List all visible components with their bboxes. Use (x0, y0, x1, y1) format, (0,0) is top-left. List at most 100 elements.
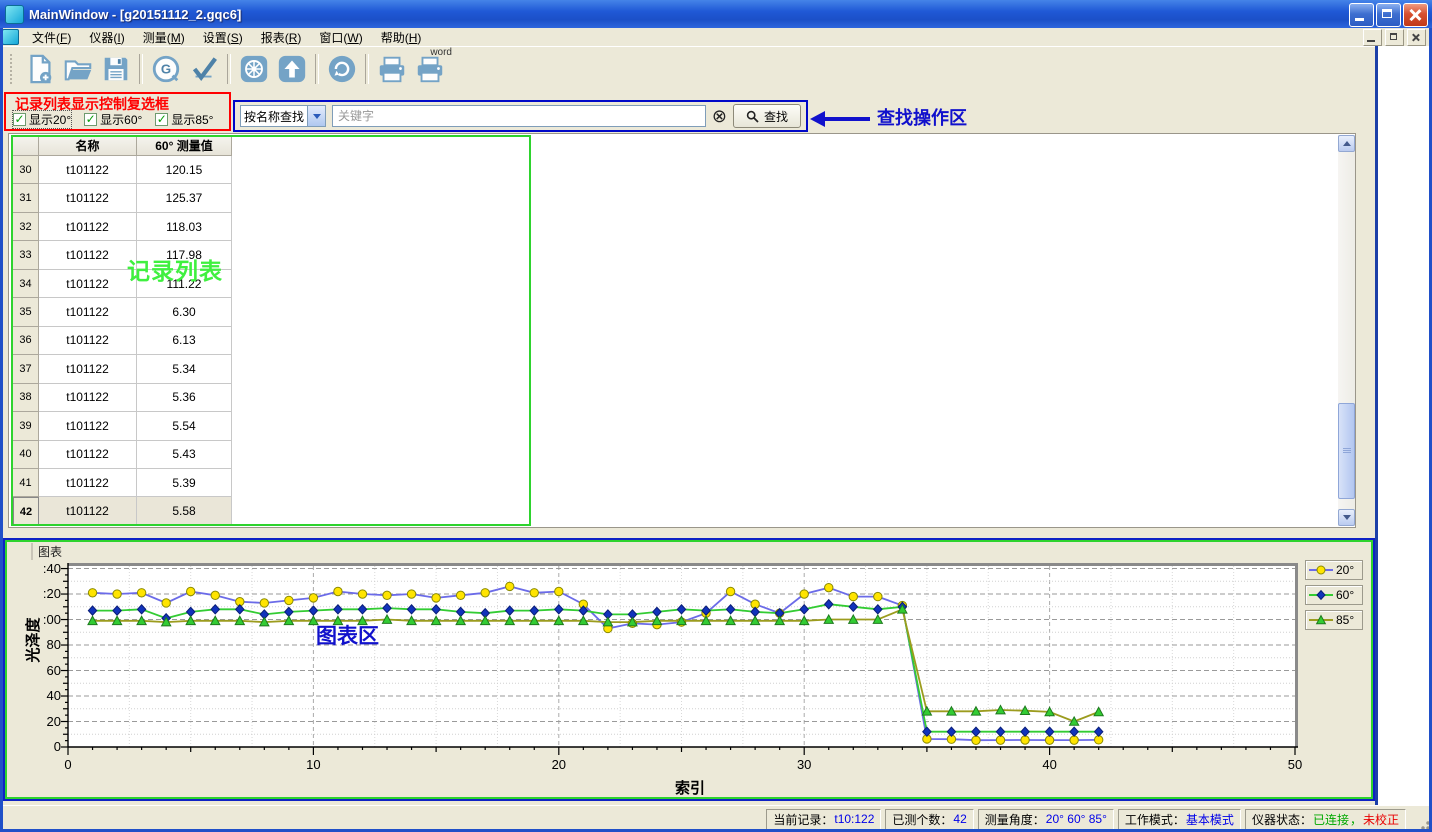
value-cell[interactable]: 120.15 (137, 156, 232, 184)
chevron-down-icon[interactable] (307, 106, 325, 126)
value-cell[interactable]: 5.34 (137, 355, 232, 383)
scroll-down-icon[interactable] (1338, 509, 1355, 526)
x-axis-tick-label: 0 (53, 757, 83, 772)
row-number-cell[interactable]: 42 (13, 497, 39, 525)
check-confirm-button[interactable] (185, 50, 223, 88)
value-cell[interactable]: 125.37 (137, 184, 232, 212)
menu-item-4[interactable]: 报表(R) (252, 28, 311, 47)
table-row[interactable]: 39t1011225.54 (13, 412, 232, 440)
row-number-cell[interactable]: 31 (13, 184, 39, 212)
upload-button[interactable] (273, 50, 311, 88)
checkbox-check-icon[interactable]: ✓ (155, 113, 168, 126)
mdi-restore-button[interactable] (1385, 29, 1404, 46)
find-button[interactable]: 查找 (733, 104, 801, 128)
legend-item-85°[interactable]: 85° (1305, 610, 1363, 630)
row-number-cell[interactable]: 41 (13, 469, 39, 497)
new-file-button[interactable] (21, 50, 59, 88)
search-mode-dropdown[interactable]: 按名称查找 (240, 105, 326, 127)
open-folder-button[interactable] (59, 50, 97, 88)
row-number-cell[interactable]: 38 (13, 384, 39, 412)
display-checkbox-1[interactable]: ✓显示60° (84, 111, 142, 128)
g-report-button[interactable]: G (147, 50, 185, 88)
menu-item-2[interactable]: 测量(M) (134, 28, 194, 47)
table-row[interactable]: 37t1011225.34 (13, 355, 232, 383)
row-number-cell[interactable]: 40 (13, 441, 39, 469)
save-button[interactable] (97, 50, 135, 88)
print-word-button[interactable]: word (411, 50, 449, 88)
name-cell[interactable]: t101122 (39, 412, 137, 440)
wheel-button[interactable] (235, 50, 273, 88)
row-number-cell[interactable]: 36 (13, 327, 39, 355)
toolbar-separator (227, 54, 231, 84)
name-cell[interactable]: t101122 (39, 241, 137, 269)
name-column-header[interactable]: 名称 (39, 135, 137, 156)
status-value: 20° 60° 85° (1046, 812, 1107, 826)
y-axis-title: 光泽度 (22, 602, 40, 678)
name-cell[interactable]: t101122 (39, 184, 137, 212)
name-cell[interactable]: t101122 (39, 270, 137, 298)
table-row[interactable]: 38t1011225.36 (13, 384, 232, 412)
value-cell[interactable]: 5.43 (137, 441, 232, 469)
table-row[interactable]: 42t1011225.58 (13, 497, 232, 525)
value-cell[interactable]: 6.30 (137, 298, 232, 326)
value-cell[interactable]: 6.13 (137, 327, 232, 355)
name-cell[interactable]: t101122 (39, 469, 137, 497)
value-cell[interactable]: 5.58 (137, 497, 232, 525)
mdi-close-button[interactable] (1407, 29, 1426, 46)
name-cell[interactable]: t101122 (39, 213, 137, 241)
table-row[interactable]: 41t1011225.39 (13, 469, 232, 497)
checkbox-check-icon[interactable]: ✓ (84, 113, 97, 126)
name-cell[interactable]: t101122 (39, 156, 137, 184)
display-checkbox-0[interactable]: ✓显示20° (13, 111, 71, 128)
restore-button[interactable] (1376, 3, 1401, 27)
legend-item-20°[interactable]: 20° (1305, 560, 1363, 580)
chart-content: 图表 图表区 020406080:00:20:4001020304050光泽度索… (7, 542, 1371, 797)
menu-item-5[interactable]: 窗口(W) (310, 28, 371, 47)
row-number-cell[interactable]: 37 (13, 355, 39, 383)
name-cell[interactable]: t101122 (39, 384, 137, 412)
name-cell[interactable]: t101122 (39, 441, 137, 469)
table-row[interactable]: 35t1011226.30 (13, 298, 232, 326)
refresh-button[interactable] (323, 50, 361, 88)
name-cell[interactable]: t101122 (39, 327, 137, 355)
checkbox-check-icon[interactable]: ✓ (13, 113, 26, 126)
status-panel-0: 当前记录：t10:122 (766, 809, 881, 830)
clear-search-icon[interactable]: ⊗ (712, 107, 727, 125)
close-button[interactable] (1403, 3, 1428, 27)
menu-item-1[interactable]: 仪器(I) (80, 28, 133, 47)
scroll-up-icon[interactable] (1338, 135, 1355, 152)
scrollbar-thumb[interactable] (1338, 403, 1355, 499)
row-number-cell[interactable]: 33 (13, 241, 39, 269)
table-row[interactable]: 30t101122120.15 (13, 156, 232, 184)
table-scrollbar[interactable] (1338, 135, 1355, 526)
value-cell[interactable]: 118.03 (137, 213, 232, 241)
menu-item-6[interactable]: 帮助(H) (372, 28, 431, 47)
name-cell[interactable]: t101122 (39, 298, 137, 326)
legend-item-60°[interactable]: 60° (1305, 585, 1363, 605)
table-row[interactable]: 31t101122125.37 (13, 184, 232, 212)
row-number-cell[interactable]: 39 (13, 412, 39, 440)
row-number-cell[interactable]: 34 (13, 270, 39, 298)
name-cell[interactable]: t101122 (39, 497, 137, 525)
name-cell[interactable]: t101122 (39, 355, 137, 383)
table-row[interactable]: 36t1011226.13 (13, 327, 232, 355)
minimize-button[interactable] (1349, 3, 1374, 27)
table-row[interactable]: 40t1011225.43 (13, 441, 232, 469)
value-cell[interactable]: 5.54 (137, 412, 232, 440)
row-number-cell[interactable]: 30 (13, 156, 39, 184)
value-cell[interactable]: 5.36 (137, 384, 232, 412)
table-row[interactable]: 32t101122118.03 (13, 213, 232, 241)
menu-item-0[interactable]: 文件(F) (23, 28, 80, 47)
print-button[interactable] (373, 50, 411, 88)
mdi-minimize-button[interactable] (1363, 29, 1382, 46)
search-input[interactable] (332, 105, 706, 127)
x-axis-tick-label: 20 (544, 757, 574, 772)
y-axis-tick-label: :20 (19, 586, 61, 601)
menu-item-3[interactable]: 设置(S) (194, 28, 252, 47)
display-checkbox-2[interactable]: ✓显示85° (155, 111, 213, 128)
chart-panel-title: 图表 (31, 543, 62, 560)
row-number-cell[interactable]: 35 (13, 298, 39, 326)
value-column-header[interactable]: 60° 测量值 (137, 135, 232, 156)
value-cell[interactable]: 5.39 (137, 469, 232, 497)
row-number-cell[interactable]: 32 (13, 213, 39, 241)
